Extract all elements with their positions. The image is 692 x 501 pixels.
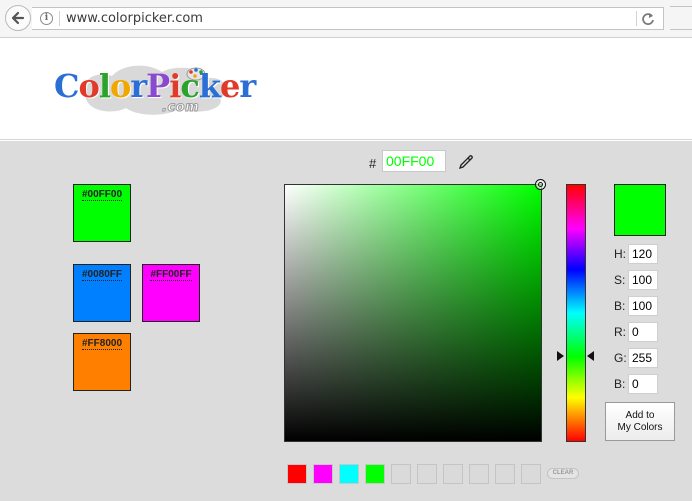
history-empty-slot — [495, 464, 515, 484]
red-input[interactable] — [628, 322, 658, 342]
history-color-swatch[interactable] — [339, 464, 359, 484]
address-bar[interactable]: i www.colorpicker.com — [32, 7, 664, 30]
blue-input[interactable] — [628, 374, 658, 394]
current-color-preview — [614, 184, 666, 236]
saved-color-swatch[interactable]: #0080FF — [73, 264, 131, 322]
logo-wordmark: ColorPicker — [54, 67, 256, 105]
browser-toolbar: i www.colorpicker.com — [0, 0, 692, 38]
sv-selector-handle[interactable] — [535, 179, 546, 190]
blue-label: B: — [614, 377, 626, 391]
logo-letter: k — [198, 67, 221, 105]
eyedropper-icon[interactable] — [458, 154, 474, 170]
logo-letter: o — [109, 67, 131, 105]
swatch-label: #FF8000 — [81, 338, 123, 350]
back-arrow-icon — [11, 11, 25, 25]
add-to-my-colors-button[interactable]: Add to My Colors — [605, 402, 675, 441]
hue-marker-left-icon[interactable] — [557, 351, 564, 362]
add-button-line1: Add to — [625, 410, 655, 421]
info-icon[interactable]: i — [40, 12, 53, 25]
url-divider — [59, 11, 60, 26]
hue-label: H: — [614, 247, 626, 261]
logo-letter: e — [220, 67, 240, 105]
green-input[interactable] — [628, 348, 658, 368]
brightness-label: B: — [614, 299, 626, 313]
saved-color-swatch[interactable]: #FF8000 — [73, 333, 131, 391]
green-label: G: — [614, 351, 627, 365]
saturation-label: S: — [614, 273, 626, 287]
clear-history-button[interactable]: CLEAR — [547, 468, 579, 479]
reload-divider — [636, 11, 637, 26]
logo-domain-suffix: .com — [161, 100, 200, 116]
saturation-input[interactable] — [628, 270, 658, 290]
history-empty-slot — [391, 464, 411, 484]
swatch-label: #FF00FF — [150, 269, 192, 281]
hex-input[interactable] — [382, 150, 446, 172]
history-empty-slot — [443, 464, 463, 484]
history-color-swatch[interactable] — [287, 464, 307, 484]
logo-letter: r — [130, 67, 147, 105]
saturation-brightness-area[interactable] — [284, 184, 542, 442]
saved-color-swatch[interactable]: #FF00FF — [142, 264, 200, 322]
sv-black-gradient — [285, 185, 541, 441]
saved-color-swatch[interactable]: #00FF00 — [73, 184, 131, 242]
hue-input[interactable] — [628, 244, 658, 264]
red-label: R: — [614, 325, 626, 339]
swatch-label: #0080FF — [81, 269, 123, 281]
history-color-swatch[interactable] — [313, 464, 333, 484]
colorpicker-logo[interactable]: ColorPicker .com — [50, 60, 256, 120]
color-picker-panel: #00FF00 #0080FF #FF00FF #FF8000 # H: S: … — [0, 141, 692, 501]
add-button-line2: My Colors — [617, 422, 663, 433]
site-header: ColorPicker .com — [0, 38, 692, 140]
back-button[interactable] — [5, 5, 31, 31]
reload-icon[interactable] — [641, 10, 655, 30]
history-empty-slot — [417, 464, 437, 484]
logo-letter: l — [98, 67, 111, 105]
toolbar-edge — [670, 6, 692, 30]
brightness-input[interactable] — [628, 296, 658, 316]
hue-marker-right-icon[interactable] — [587, 351, 594, 362]
url-text[interactable]: www.colorpicker.com — [66, 11, 203, 26]
history-empty-slot — [521, 464, 541, 484]
hue-slider[interactable] — [566, 184, 586, 442]
logo-letter: r — [239, 67, 256, 105]
hex-hash-label: # — [369, 156, 377, 171]
swatch-label: #00FF00 — [81, 189, 123, 201]
history-color-swatch[interactable] — [365, 464, 385, 484]
logo-letter: o — [78, 67, 99, 105]
logo-letter: C — [54, 67, 79, 105]
history-empty-slot — [469, 464, 489, 484]
